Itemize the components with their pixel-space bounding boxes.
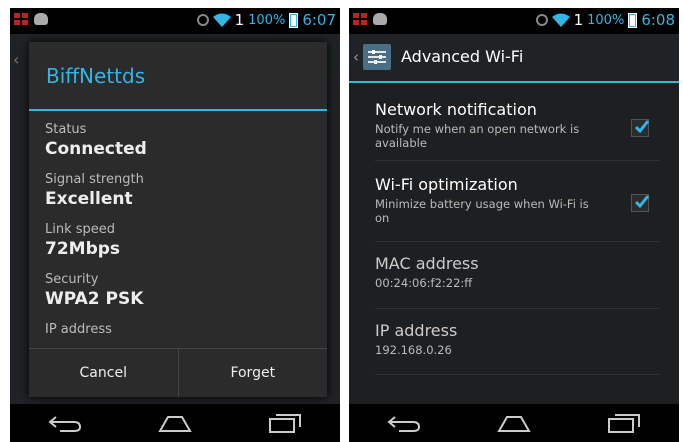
pref-summary: Minimize battery usage when Wi-Fi is on <box>375 197 589 225</box>
right-screen: 1 100% 6:08 ‹ Advanced Wi-Fi Network not… <box>349 8 679 442</box>
notification-grid-icon <box>353 13 367 25</box>
signal-count: 1 <box>234 11 245 29</box>
pref-summary: 192.168.0.26 <box>375 343 452 357</box>
mac-address-pref: MAC address 00:24:06:f2:22:ff <box>375 254 659 309</box>
security-label: Security <box>45 272 99 287</box>
navigation-bar <box>349 404 679 442</box>
settings-app-icon[interactable] <box>363 44 391 70</box>
signal-strength-value: Excellent <box>45 189 133 209</box>
forget-button[interactable]: Forget <box>177 349 328 397</box>
pref-title: Network notification <box>375 100 537 119</box>
status-bar: 1 100% 6:07 <box>10 8 340 34</box>
wifi-icon <box>551 13 570 27</box>
network-notification-checkbox[interactable] <box>631 119 650 137</box>
back-icon[interactable] <box>45 411 85 435</box>
ip-address-pref: IP address 192.168.0.26 <box>375 321 659 375</box>
battery-percent: 100% <box>587 12 625 28</box>
home-icon[interactable] <box>494 411 534 435</box>
preferences-list: Network notification Notify me when an o… <box>349 83 679 404</box>
pref-title: MAC address <box>375 254 479 273</box>
recents-icon[interactable] <box>604 411 644 435</box>
network-details-dialog: BiffNettds Status Connected Signal stren… <box>29 42 327 397</box>
wifi-optimization-pref[interactable]: Wi-Fi optimization Minimize battery usag… <box>375 175 659 242</box>
status-value: Connected <box>45 139 147 159</box>
ip-address-label: IP address <box>45 322 112 337</box>
pref-summary: 00:24:06:f2:22:ff <box>375 276 473 290</box>
dialog-title-divider <box>29 109 327 111</box>
dialog-body[interactable]: Status Connected Signal strength Excelle… <box>45 122 317 345</box>
link-speed-label: Link speed <box>45 222 116 237</box>
home-icon[interactable] <box>155 411 195 435</box>
pref-title: IP address <box>375 321 458 340</box>
recents-icon[interactable] <box>265 411 305 435</box>
sync-icon <box>535 14 548 26</box>
status-label: Status <box>45 122 87 137</box>
clock: 6:07 <box>302 11 336 29</box>
status-bar: 1 100% 6:08 <box>349 8 679 34</box>
dialog-buttons: Cancel Forget <box>29 348 327 397</box>
signal-count: 1 <box>573 11 584 29</box>
notification-grid-icon <box>14 13 28 25</box>
cancel-button[interactable]: Cancel <box>29 349 178 397</box>
left-screen: 1 100% 6:07 ‹ BiffNettds Status Connecte… <box>10 8 340 442</box>
clock: 6:08 <box>641 11 675 29</box>
signal-strength-label: Signal strength <box>45 172 144 187</box>
dialog-title: BiffNettds <box>46 64 146 88</box>
up-chevron-icon[interactable]: ‹ <box>353 48 359 66</box>
up-chevron-icon: ‹ <box>13 50 20 69</box>
battery-percent: 100% <box>248 12 286 28</box>
pref-summary: Notify me when an open network is availa… <box>375 122 580 150</box>
wifi-optimization-checkbox[interactable] <box>631 194 650 212</box>
action-bar: ‹ Advanced Wi-Fi <box>349 34 679 81</box>
network-notification-pref[interactable]: Network notification Notify me when an o… <box>375 100 659 161</box>
wifi-icon <box>212 13 231 27</box>
battery-icon <box>289 12 299 28</box>
battery-icon <box>628 12 638 28</box>
sync-icon <box>196 14 209 26</box>
navigation-bar <box>10 404 340 442</box>
notification-cat-icon <box>34 13 48 25</box>
security-value: WPA2 PSK <box>45 289 144 309</box>
screen-title: Advanced Wi-Fi <box>401 47 524 66</box>
pref-title: Wi-Fi optimization <box>375 175 518 194</box>
link-speed-value: 72Mbps <box>45 239 121 259</box>
back-icon[interactable] <box>384 411 424 435</box>
notification-cat-icon <box>373 13 387 25</box>
